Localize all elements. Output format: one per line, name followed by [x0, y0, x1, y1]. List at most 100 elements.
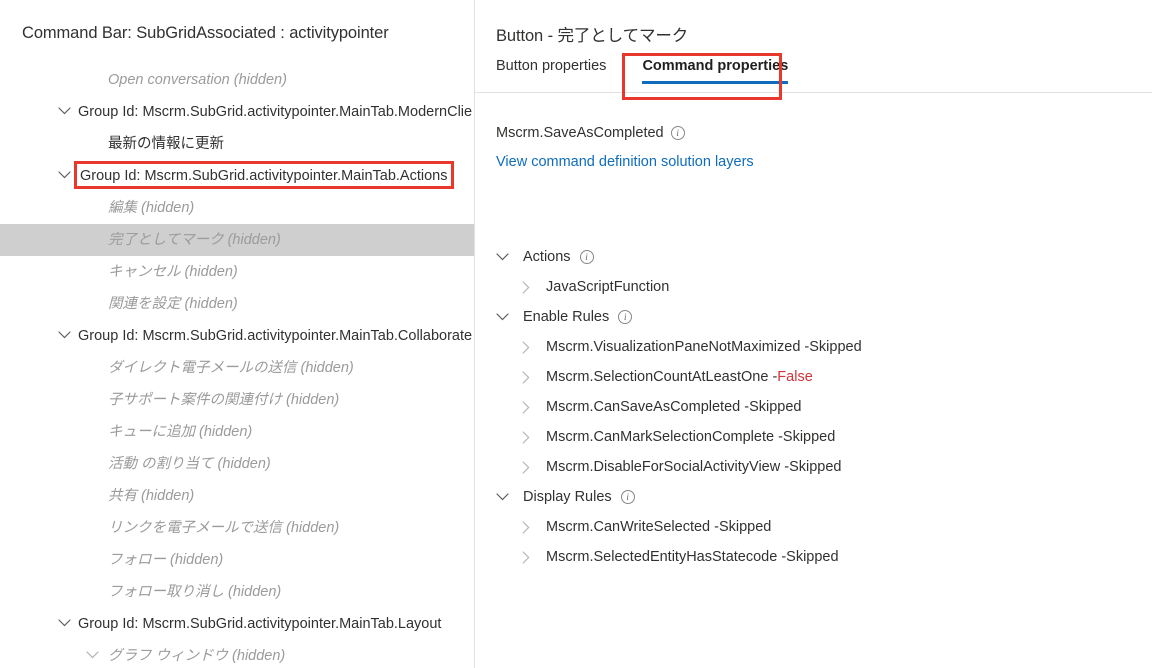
tree-group-row[interactable]: Group Id: Mscrm.SubGrid.activitypointer.… — [0, 320, 474, 352]
rule-item[interactable]: Mscrm.DisableForSocialActivityView - Ski… — [475, 452, 1152, 482]
tab-command-properties[interactable]: Command properties — [642, 58, 788, 84]
tree-item-row[interactable]: 編集 (hidden) — [0, 192, 474, 224]
rule-item[interactable]: Mscrm.VisualizationPaneNotMaximized - Sk… — [475, 332, 1152, 362]
tree-item-row[interactable]: ダイレクト電子メールの送信 (hidden) — [0, 352, 474, 384]
chevron-down-icon[interactable] — [496, 493, 509, 501]
tree-item-name: キャンセル — [108, 264, 181, 280]
tree-item-name: リンクを電子メールで送信 — [108, 520, 282, 536]
view-solution-layers-link[interactable]: View command definition solution layers — [496, 154, 754, 170]
tree-item-row[interactable]: フォロー取り消し (hidden) — [0, 576, 474, 608]
chevron-down-icon[interactable] — [496, 253, 509, 261]
tree-item-label-hidden: 共有 (hidden) — [108, 480, 194, 512]
chevron-right-icon[interactable] — [522, 520, 530, 534]
rule-section: Display Rules i Mscrm.CanWriteSelected - S… — [475, 482, 1152, 572]
tree-group-row[interactable]: Group Id: Mscrm.SubGrid.activitypointer.… — [0, 608, 474, 640]
tree-item-hidden-suffix: (hidden) — [213, 456, 271, 472]
tree-item-hidden-suffix: (hidden) — [137, 200, 195, 216]
tree-item-hidden-suffix: (hidden) — [195, 424, 253, 440]
chevron-right-icon[interactable] — [522, 370, 530, 384]
rule-item-status: Skipped — [786, 549, 839, 565]
chevron-down-icon[interactable] — [58, 160, 74, 192]
tree-item-name: Open conversation — [108, 72, 230, 88]
tree-item-label-hidden: 編集 (hidden) — [108, 192, 194, 224]
tree-group-label: Group Id: Mscrm.SubGrid.activitypointer.… — [80, 168, 448, 184]
tree-item-name: 活動 の割り当て — [108, 456, 214, 472]
rule-item[interactable]: Mscrm.CanSaveAsCompleted - Skipped — [475, 392, 1152, 422]
chevron-down-icon[interactable] — [58, 320, 74, 352]
rule-section-header[interactable]: Enable Rules i — [475, 302, 1152, 332]
tree-item-row[interactable]: フォロー (hidden) — [0, 544, 474, 576]
rule-item-status: False — [777, 369, 813, 385]
info-icon[interactable]: i — [579, 250, 594, 264]
info-icon[interactable]: i — [618, 310, 633, 324]
tree-item-row[interactable]: 子サポート案件の関連付け (hidden) — [0, 384, 474, 416]
tree-item-name: 子サポート案件の関連付け — [108, 392, 282, 408]
tree-item-label-hidden: リンクを電子メールで送信 (hidden) — [108, 512, 339, 544]
tree-item-hidden-suffix: (hidden) — [223, 232, 281, 248]
rule-item[interactable]: Mscrm.SelectionCountAtLeastOne - False — [475, 362, 1152, 392]
info-icon[interactable]: i — [620, 490, 635, 504]
rule-item[interactable]: Mscrm.SelectedEntityHasStatecode - Skipp… — [475, 542, 1152, 572]
tree-item-name: フォロー — [108, 552, 166, 568]
rule-item-status: Skipped — [789, 459, 842, 475]
chevron-down-icon[interactable] — [86, 640, 102, 668]
chevron-right-icon[interactable] — [522, 550, 530, 564]
command-name-row: Mscrm.SaveAsCompleted i — [496, 125, 685, 141]
tree-item-row[interactable]: 最新の情報に更新 — [0, 128, 474, 160]
rule-section-title: Actions — [523, 249, 571, 265]
tree-item-row[interactable]: 完了としてマーク (hidden) — [0, 224, 474, 256]
tree-item-row[interactable]: 共有 (hidden) — [0, 480, 474, 512]
tree-item-hidden-suffix: (hidden) — [282, 392, 340, 408]
tree-group-label: Group Id: Mscrm.SubGrid.activitypointer.… — [78, 616, 442, 632]
rule-item[interactable]: Mscrm.CanMarkSelectionComplete - Skipped — [475, 422, 1152, 452]
tree-item-label: 最新の情報に更新 — [108, 136, 224, 152]
properties-pane: Button - 完了としてマーク Button properties Comma… — [475, 0, 1152, 668]
chevron-right-icon[interactable] — [522, 280, 530, 294]
tree-item-row[interactable]: キャンセル (hidden) — [0, 256, 474, 288]
command-tree[interactable]: Open conversation (hidden) Group Id: Mscr… — [0, 64, 474, 668]
chevron-down-icon[interactable] — [58, 608, 74, 640]
tree-scrollbar[interactable] — [461, 64, 471, 668]
tabs-underline — [475, 92, 1152, 93]
chevron-down-icon[interactable] — [496, 313, 509, 321]
chevron-right-icon[interactable] — [522, 460, 530, 474]
chevron-right-icon[interactable] — [522, 400, 530, 414]
tree-item-label-hidden: Open conversation (hidden) — [108, 64, 287, 96]
tree-item-label-hidden: 子サポート案件の関連付け (hidden) — [108, 384, 339, 416]
rule-item-label: Mscrm.SelectionCountAtLeastOne - — [546, 369, 778, 385]
chevron-down-icon[interactable] — [58, 96, 74, 128]
properties-tabs: Button properties Command properties — [496, 58, 824, 92]
tree-item-row[interactable]: リンクを電子メールで送信 (hidden) — [0, 512, 474, 544]
rule-section-header[interactable]: Actions i — [475, 242, 1152, 272]
tree-item-name: 共有 — [108, 488, 137, 504]
tree-item-hidden-suffix: (hidden) — [180, 296, 238, 312]
tree-item-row[interactable]: キューに追加 (hidden) — [0, 416, 474, 448]
tree-item-label-hidden: キューに追加 (hidden) — [108, 416, 252, 448]
rule-item-status: Skipped — [749, 399, 802, 415]
chevron-right-icon[interactable] — [522, 340, 530, 354]
tab-button-properties[interactable]: Button properties — [496, 58, 606, 84]
tree-group-row[interactable]: Group Id: Mscrm.SubGrid.activitypointer.… — [0, 160, 474, 192]
tree-item-hidden-suffix: (hidden) — [228, 648, 286, 664]
rule-item-label: Mscrm.VisualizationPaneNotMaximized - — [546, 339, 810, 355]
chevron-right-icon[interactable] — [522, 430, 530, 444]
tree-item-name: キューに追加 — [108, 424, 195, 440]
rule-item[interactable]: Mscrm.CanWriteSelected - Skipped — [475, 512, 1152, 542]
rule-item-label: Mscrm.DisableForSocialActivityView - — [546, 459, 790, 475]
tree-item-row[interactable]: グラフ ウィンドウ (hidden) — [0, 640, 474, 668]
tree-item-name: 関連を設定 — [108, 296, 181, 312]
rule-section-header[interactable]: Display Rules i — [475, 482, 1152, 512]
command-name-label: Mscrm.SaveAsCompleted — [496, 125, 664, 141]
tree-item-label-hidden: フォロー取り消し (hidden) — [108, 576, 281, 608]
tree-item-row[interactable]: 活動 の割り当て (hidden) — [0, 448, 474, 480]
tree-item-label-hidden: 完了としてマーク (hidden) — [108, 224, 281, 256]
rule-item[interactable]: JavaScriptFunction — [475, 272, 1152, 302]
tree-group-label: Group Id: Mscrm.SubGrid.activitypointer.… — [78, 104, 473, 120]
tree-item-row[interactable]: 関連を設定 (hidden) — [0, 288, 474, 320]
info-icon[interactable]: i — [670, 126, 685, 140]
tree-group-row[interactable]: Group Id: Mscrm.SubGrid.activitypointer.… — [0, 96, 474, 128]
tree-item-row[interactable]: Open conversation (hidden) — [0, 64, 474, 96]
rule-item-label: JavaScriptFunction — [546, 279, 670, 295]
command-tree-pane: Command Bar: SubGridAssociated : activit… — [0, 0, 474, 668]
rule-item-status: Skipped — [782, 429, 836, 445]
